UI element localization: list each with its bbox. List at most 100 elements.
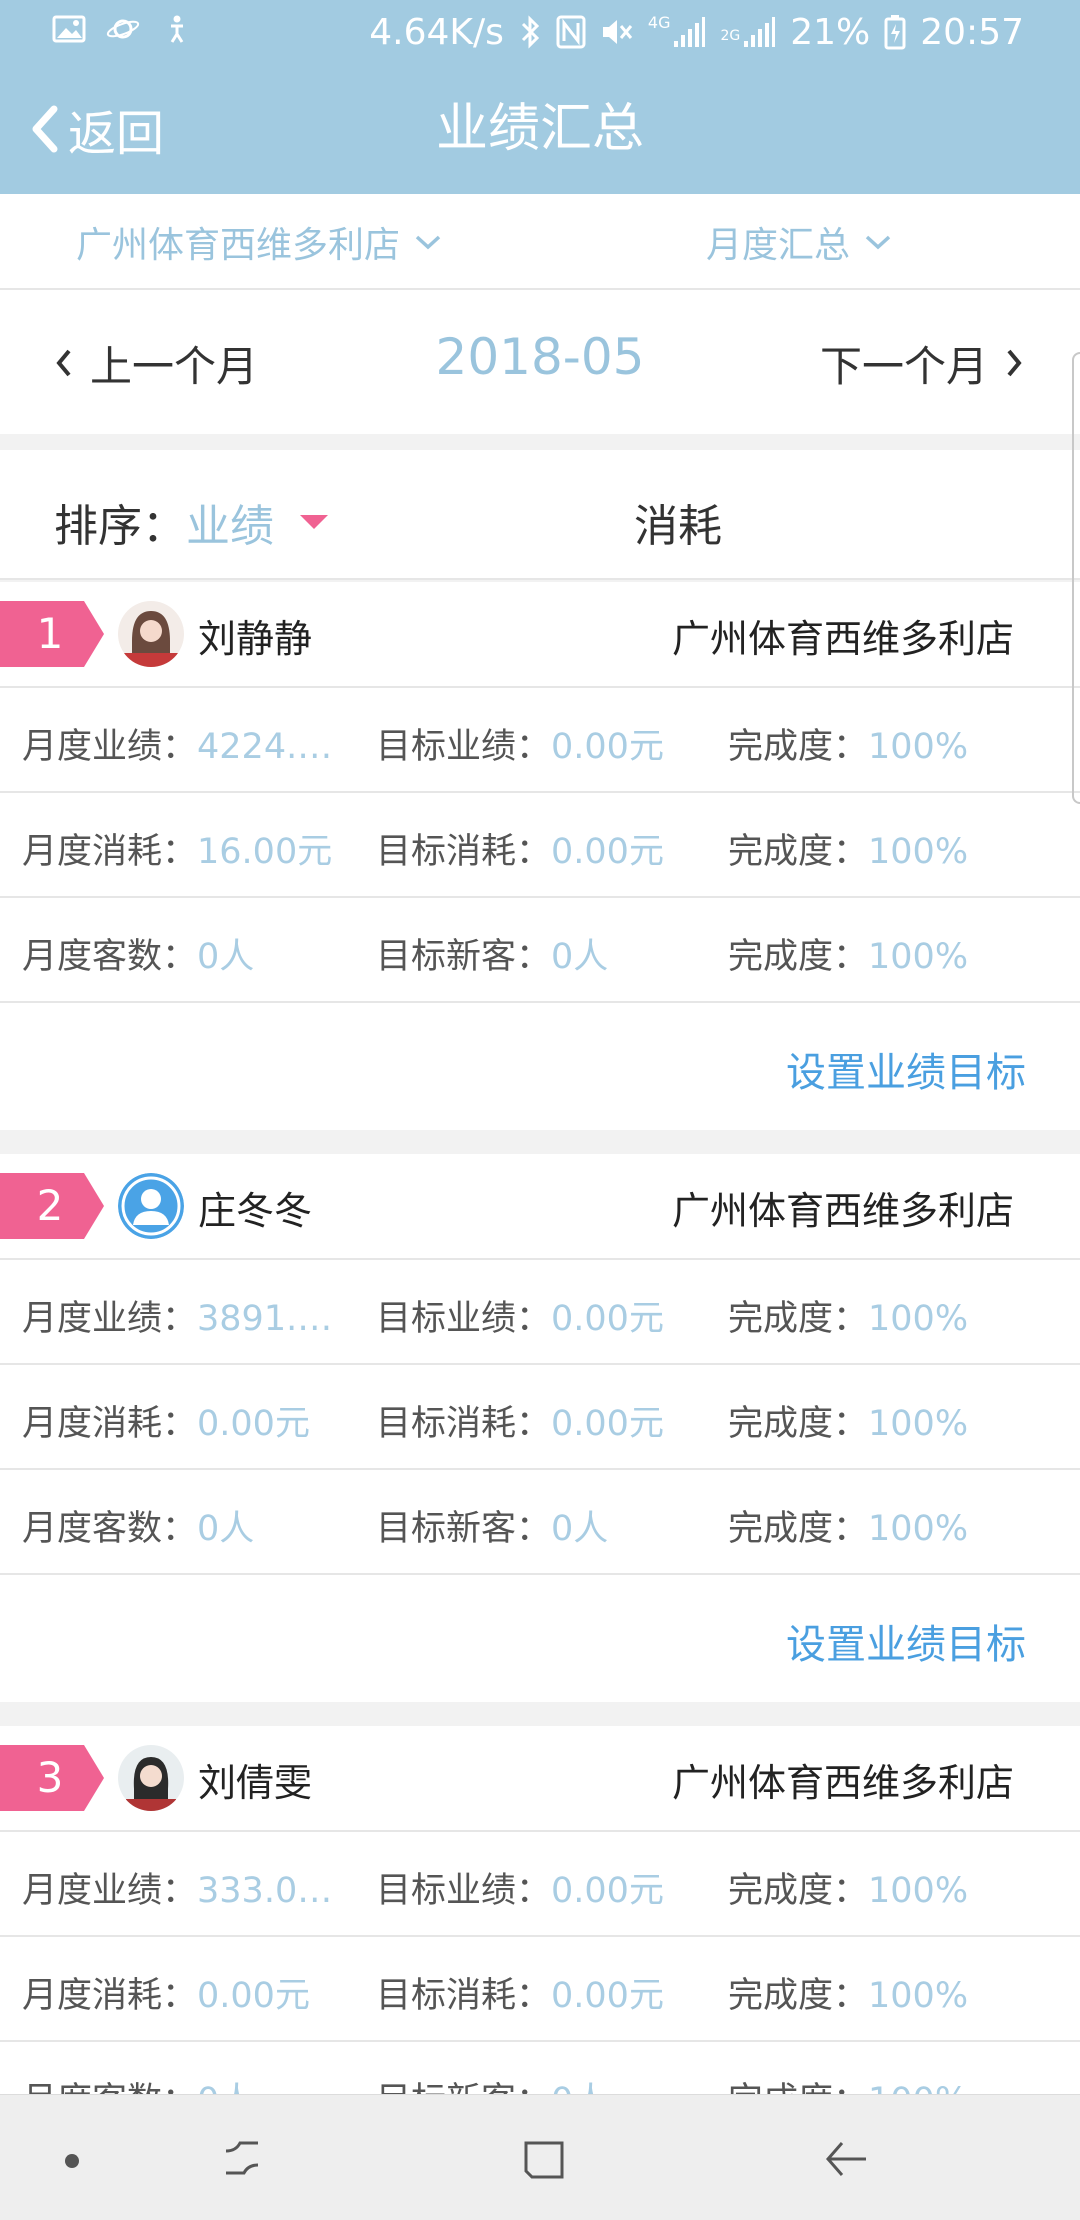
staff-name: 刘倩雯 bbox=[198, 1761, 313, 1805]
target-sales-label: 目标业绩： bbox=[376, 1871, 552, 1911]
dot-icon[interactable] bbox=[62, 2151, 82, 2175]
customer-completion: 完成度：100% bbox=[728, 2072, 968, 2094]
planet-icon bbox=[106, 19, 140, 39]
home-icon[interactable] bbox=[520, 2135, 568, 2187]
sales-completion-value: 100% bbox=[868, 727, 969, 767]
sales-row: 月度业绩：333.00元 目标业绩：0.00元 完成度：100% bbox=[0, 1832, 1080, 1937]
consume-row: 月度消耗：0.00元 目标消耗：0.00元 完成度：100% bbox=[0, 1365, 1080, 1470]
consume-completion: 完成度：100% bbox=[728, 1967, 968, 2018]
monthly-sales: 月度业绩：4224.00元 bbox=[22, 718, 337, 769]
back-nav-icon[interactable] bbox=[822, 2135, 870, 2187]
customer-completion-value: 100% bbox=[868, 937, 969, 977]
nfc-icon bbox=[556, 15, 586, 49]
signal-4g-label: 4G bbox=[647, 13, 671, 32]
customer-completion-value: 100% bbox=[868, 1509, 969, 1549]
target-consume-label: 目标消耗： bbox=[376, 832, 552, 872]
target-consume-value: 0.00元 bbox=[551, 1976, 664, 2016]
monthly-sales: 月度业绩：333.00元 bbox=[22, 1862, 337, 1913]
completion-label: 完成度： bbox=[728, 727, 869, 767]
monthly-customers-value: 0人 bbox=[197, 2081, 254, 2094]
sales-completion-value: 100% bbox=[868, 1871, 969, 1911]
staff-card: 3 刘倩雯 广州体育西维多利店 月度业绩：333.00元 目标业绩：0.00元 … bbox=[0, 1726, 1080, 2094]
staff-name: 刘静静 bbox=[198, 617, 313, 661]
status-bar: 4.64K/s 4G 2G 21% 20:57 bbox=[0, 0, 1080, 64]
monthly-consume-label: 月度消耗： bbox=[22, 1404, 198, 1444]
completion-label: 完成度： bbox=[728, 832, 869, 872]
staff-store: 广州体育西维多利店 bbox=[671, 1761, 1014, 1805]
monthly-consume-label: 月度消耗： bbox=[22, 832, 198, 872]
sort-label: 排序： bbox=[54, 501, 186, 552]
signal-2g-label: 2G bbox=[720, 28, 741, 44]
monthly-consume: 月度消耗：16.00元 bbox=[22, 823, 332, 874]
set-goal-button[interactable]: 设置业绩目标 bbox=[786, 1612, 1026, 1670]
target-consume: 目标消耗：0.00元 bbox=[376, 1395, 664, 1446]
monthly-consume-value: 0.00元 bbox=[197, 1404, 310, 1444]
sales-completion: 完成度：100% bbox=[728, 1290, 968, 1341]
target-consume-label: 目标消耗： bbox=[376, 1976, 552, 2016]
monthly-sales-label: 月度业绩： bbox=[22, 727, 198, 767]
chevron-down-icon bbox=[865, 235, 891, 250]
target-new-customers-value: 0人 bbox=[551, 2081, 608, 2094]
completion-label: 完成度： bbox=[728, 1404, 869, 1444]
staff-card-header: 2 庄冬冬 广州体育西维多利店 bbox=[0, 1154, 1080, 1260]
monthly-customers-value: 0人 bbox=[197, 937, 255, 977]
filter-bar: 广州体育西维多利店 月度汇总 bbox=[0, 194, 1080, 290]
monthly-sales-label: 月度业绩： bbox=[22, 1299, 198, 1339]
store-dropdown[interactable]: 广州体育西维多利店 bbox=[76, 218, 442, 266]
period-dropdown[interactable]: 月度汇总 bbox=[706, 218, 892, 266]
battery-icon bbox=[884, 15, 906, 50]
customer-completion: 完成度：100% bbox=[728, 1500, 968, 1551]
target-new-customers-label: 目标新客： bbox=[376, 937, 552, 977]
monthly-customers-label: 月度客数： bbox=[22, 1509, 198, 1549]
bluetooth-icon bbox=[521, 15, 540, 49]
consume-row: 月度消耗：16.00元 目标消耗：0.00元 完成度：100% bbox=[0, 793, 1080, 898]
signal-4g: 4G bbox=[648, 15, 707, 49]
customers-row: 月度客数：0人 目标新客：0人 完成度：100% bbox=[0, 2042, 1080, 2094]
target-consume-value: 0.00元 bbox=[551, 832, 664, 872]
avatar bbox=[118, 1173, 184, 1239]
battery-percent: 21% bbox=[790, 11, 871, 53]
consume-completion: 完成度：100% bbox=[728, 1395, 968, 1446]
page-title: 业绩汇总 bbox=[435, 99, 644, 159]
consume-completion: 完成度：100% bbox=[728, 823, 968, 874]
next-month-label: 下一个月 bbox=[819, 341, 988, 391]
set-goal-button[interactable]: 设置业绩目标 bbox=[786, 1040, 1026, 1098]
image-icon bbox=[52, 15, 86, 43]
completion-label: 完成度： bbox=[728, 1976, 869, 2016]
staff-card-header: 1 刘静静 广州体育西维多利店 bbox=[0, 582, 1080, 688]
monthly-consume-value: 16.00元 bbox=[197, 832, 333, 872]
consume-completion-value: 100% bbox=[868, 832, 969, 872]
customers-row: 月度客数：0人 目标新客：0人 完成度：100% bbox=[0, 898, 1080, 1003]
staff-store: 广州体育西维多利店 bbox=[671, 1189, 1014, 1233]
completion-label: 完成度： bbox=[728, 1871, 869, 1911]
recent-apps-icon[interactable] bbox=[218, 2135, 266, 2187]
rank-badge: 3 bbox=[0, 1745, 106, 1811]
monthly-sales-value: 3891.00元 bbox=[197, 1299, 337, 1339]
sales-row: 月度业绩：4224.00元 目标业绩：0.00元 完成度：100% bbox=[0, 688, 1080, 793]
monthly-consume: 月度消耗：0.00元 bbox=[22, 1395, 310, 1446]
avatar bbox=[118, 601, 184, 667]
sort-by-consume-button[interactable]: 消耗 bbox=[634, 490, 722, 554]
sales-completion: 完成度：100% bbox=[728, 1862, 968, 1913]
sort-desc-icon bbox=[300, 515, 328, 529]
sales-row: 月度业绩：3891.00元 目标业绩：0.00元 完成度：100% bbox=[0, 1260, 1080, 1365]
navigation-bar: 返回 业绩汇总 bbox=[0, 64, 1080, 194]
completion-label: 完成度： bbox=[728, 2081, 868, 2094]
staff-name: 庄冬冬 bbox=[198, 1189, 313, 1233]
consume-completion-value: 100% bbox=[868, 1976, 969, 2016]
scroll-handle[interactable] bbox=[1072, 352, 1080, 804]
target-sales-label: 目标业绩： bbox=[376, 1299, 552, 1339]
rank-number: 1 bbox=[36, 609, 64, 658]
target-sales-value: 0.00元 bbox=[551, 1871, 664, 1911]
sales-completion: 完成度：100% bbox=[728, 718, 968, 769]
next-month-button[interactable]: 下一个月 bbox=[820, 334, 1024, 392]
customer-completion-value: 100% bbox=[868, 2081, 968, 2094]
target-sales-label: 目标业绩： bbox=[376, 727, 552, 767]
sort-active-label: 业绩 bbox=[186, 501, 274, 552]
target-new-customers-value: 0人 bbox=[551, 1509, 609, 1549]
network-speed: 4.64K/s bbox=[369, 11, 504, 53]
rank-number: 3 bbox=[36, 1753, 64, 1802]
sort-by-sales-button[interactable]: 业绩 bbox=[186, 490, 328, 554]
chevron-down-icon bbox=[415, 235, 441, 250]
monthly-sales: 月度业绩：3891.00元 bbox=[22, 1290, 337, 1341]
